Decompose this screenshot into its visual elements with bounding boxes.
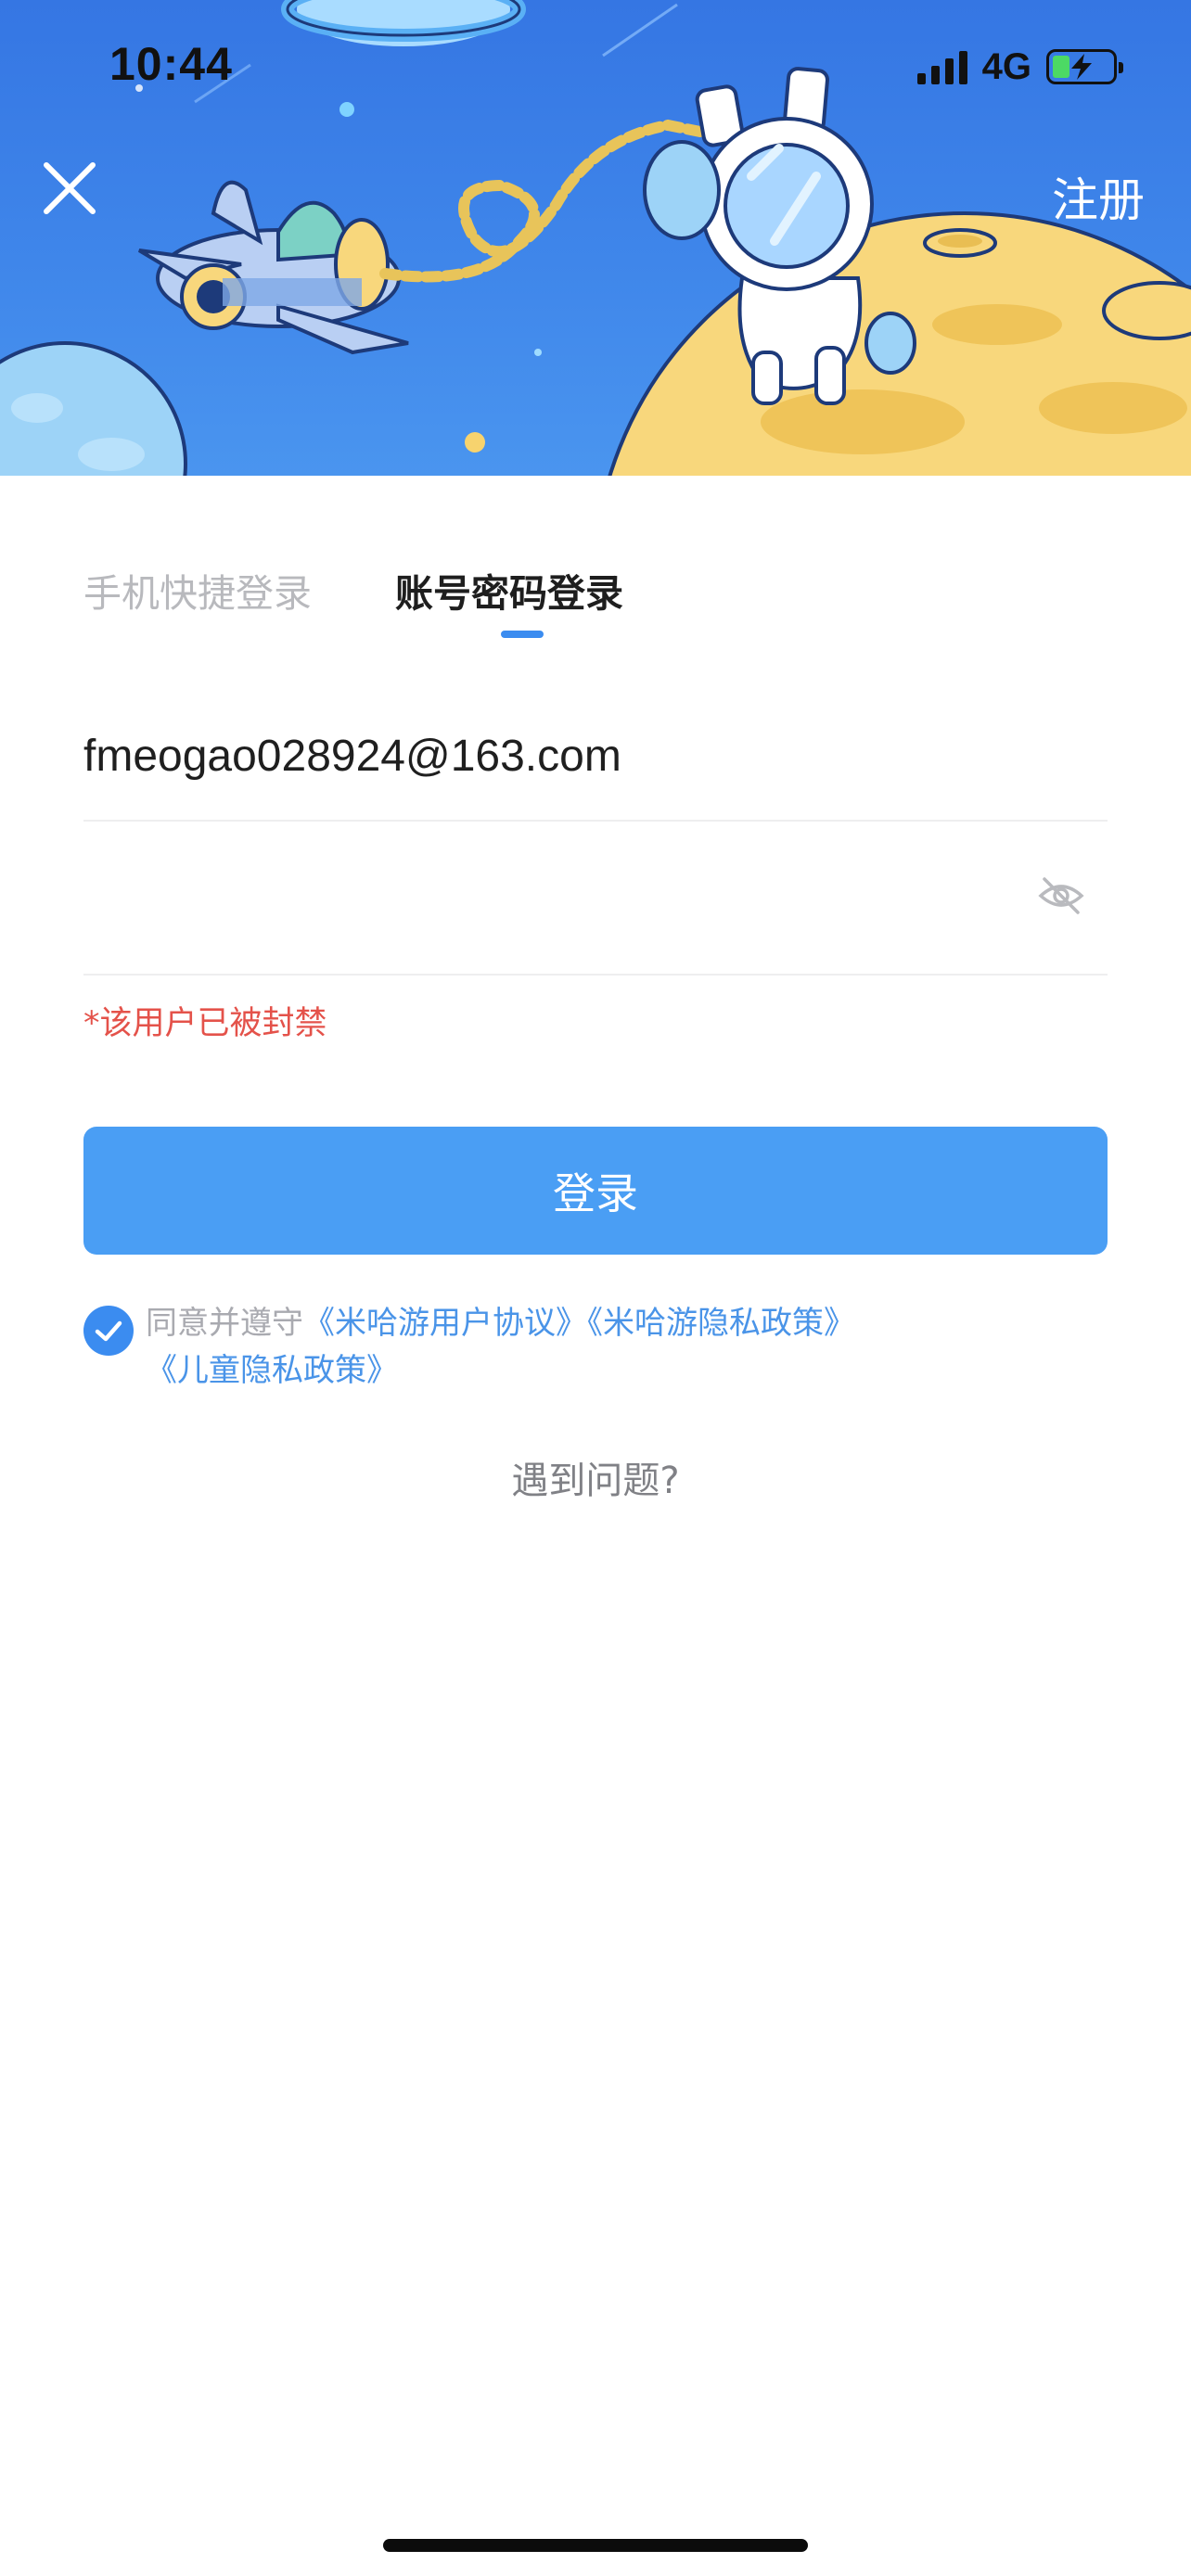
close-button[interactable] [37,156,102,221]
agreement-text: 同意并遵守《米哈游用户协议》《米哈游隐私政策》《儿童隐私政策》 [146,1300,1082,1395]
login-button[interactable]: 登录 [83,1127,1108,1255]
network-label: 4G [981,45,1031,87]
battery-charging-icon [1046,49,1123,84]
home-indicator [383,2539,808,2552]
privacy-policy-link[interactable]: 《米哈游隐私政策》 [587,1305,855,1342]
user-agreement-link[interactable]: 《米哈游用户协议》 [303,1305,587,1342]
password-visibility-toggle[interactable] [1037,875,1085,916]
tab-password-login[interactable]: 账号密码登录 [395,566,623,640]
help-link[interactable]: 遇到问题? [0,1450,1191,1504]
header-banner: 10:44 4G 注册 [0,0,1191,476]
email-field[interactable]: fmeogao028924@163.com [83,705,1108,822]
register-button[interactable]: 注册 [1052,163,1145,230]
error-message: *该用户已被封禁 [83,1005,327,1042]
active-tab-indicator [501,631,544,638]
login-screen: 10:44 4G 注册 手机快捷登录 账号密码登录 fmeogao028924@… [0,0,1191,2576]
eye-hidden-icon [1038,877,1084,914]
agreement-checkbox[interactable] [83,1306,134,1356]
agreement-prefix: 同意并遵守 [146,1305,303,1342]
status-time: 10:44 [109,38,233,90]
child-privacy-policy-link[interactable]: 《儿童隐私政策》 [146,1352,398,1389]
signal-icon [916,49,967,84]
email-input-value[interactable]: fmeogao028924@163.com [83,714,621,799]
close-icon [44,162,96,214]
login-tabs: 手机快捷登录 账号密码登录 [83,566,623,640]
tab-phone-login[interactable]: 手机快捷登录 [83,566,312,640]
checkmark-icon [95,1320,122,1342]
status-icons: 4G [916,45,1123,89]
password-field[interactable] [83,823,1108,976]
